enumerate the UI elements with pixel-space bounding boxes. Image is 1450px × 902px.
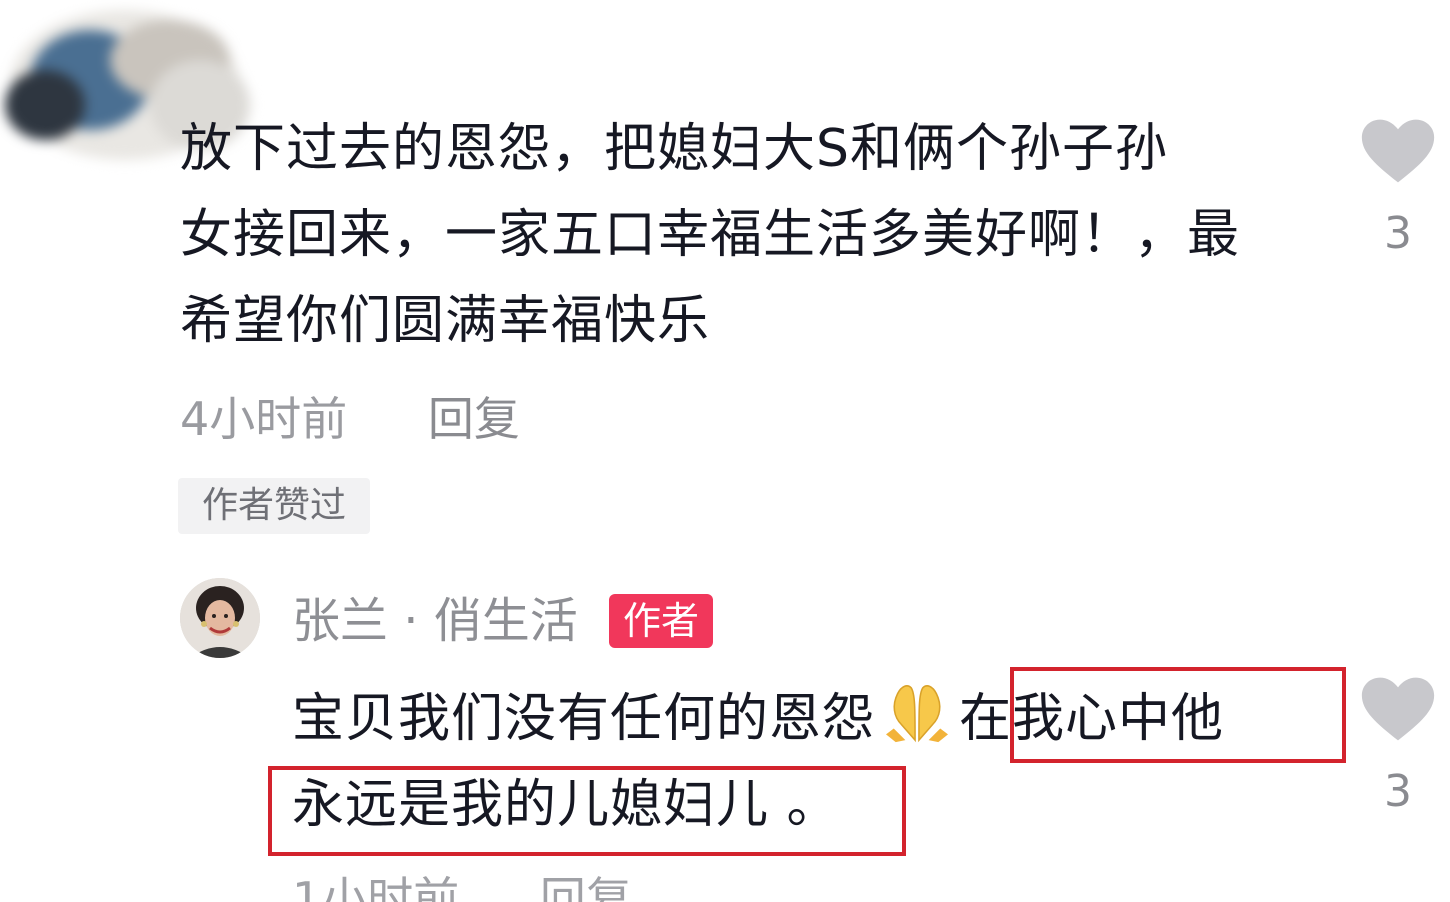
like-count: 3 (1384, 208, 1412, 259)
avatar-portrait (180, 578, 260, 658)
reply-text-part: 宝贝我们没有任何的恩怨 (292, 689, 876, 749)
reply-button[interactable]: 回复 (540, 872, 632, 902)
comment-thread: 放下过去的恩怨，把媳妇大S和俩个孙子孙 女接回来，一家五口幸福生活多美好啊！，最… (0, 0, 1450, 902)
comment-text-line: 希望你们圆满幸福快乐 (180, 291, 711, 351)
author-liked-badge: 作者赞过 (178, 478, 370, 534)
author-tag: 作者 (609, 594, 714, 648)
comment-like[interactable]: 3 (1358, 118, 1438, 262)
reply-time: 1小时前 (292, 872, 460, 902)
author-avatar[interactable] (180, 578, 260, 658)
comment-meta: 4小时前 回复 (180, 388, 520, 450)
comment-time: 4小时前 (180, 392, 348, 446)
highlight-box-line2 (268, 766, 906, 856)
like-count: 3 (1384, 766, 1412, 817)
highlight-box-line1 (1010, 667, 1346, 763)
heart-icon[interactable] (1360, 676, 1436, 742)
reply-meta: 1小时前 回复 (292, 868, 632, 902)
heart-icon[interactable] (1360, 118, 1436, 184)
comment-text-line: 女接回来，一家五口幸福生活多美好啊！，最 (180, 205, 1241, 265)
reply-like[interactable]: 3 (1358, 676, 1438, 820)
author-line: 张兰 · 俏生活 作者 (292, 588, 714, 654)
comment-text-line: 放下过去的恩怨，把媳妇大S和俩个孙子孙 (180, 119, 1169, 179)
comment-text: 放下过去的恩怨，把媳妇大S和俩个孙子孙 女接回来，一家五口幸福生活多美好啊！，最… (180, 106, 1330, 364)
author-name[interactable]: 张兰 · 俏生活 (292, 593, 578, 649)
folded-hands-emoji (886, 685, 949, 743)
reply-button[interactable]: 回复 (428, 392, 520, 446)
